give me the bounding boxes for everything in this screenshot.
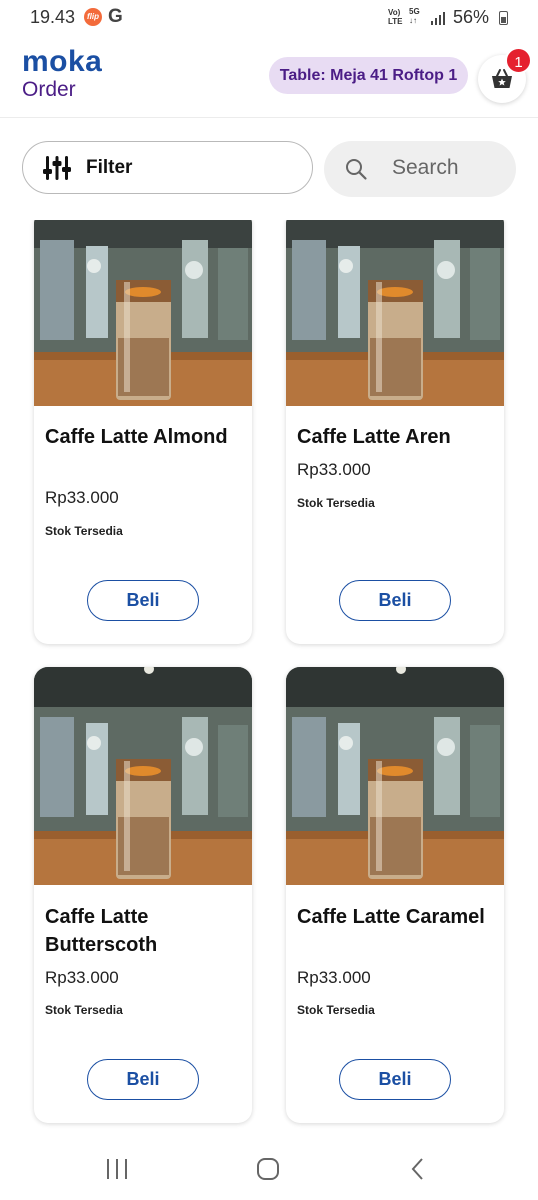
product-image — [286, 667, 504, 885]
volte-icon: Vo) LTE — [388, 8, 403, 26]
search-icon — [346, 159, 367, 180]
product-price: Rp33.000 — [297, 460, 371, 479]
product-image — [34, 667, 252, 885]
back-icon[interactable] — [405, 1156, 431, 1182]
network-5g-icon: 5G ↓↑ — [409, 7, 420, 25]
stock-status: Stok Tersedia — [297, 496, 375, 510]
signal-icon — [431, 12, 445, 25]
product-card[interactable]: Caffe Latte Caramel Rp33.000 Stok Tersed… — [286, 667, 504, 1123]
app-header: moka Order Table: Meja 41 Roftop 1 1 — [0, 36, 538, 118]
status-time: 19.43 — [30, 7, 76, 27]
filter-label: Filter — [86, 157, 133, 178]
buy-button[interactable]: Beli — [339, 580, 451, 621]
table-indicator[interactable]: Table: Meja 41 Roftop 1 — [269, 57, 468, 94]
stock-status: Stok Tersedia — [297, 1003, 375, 1017]
stock-status: Stok Tersedia — [45, 1003, 123, 1017]
product-image — [286, 220, 504, 406]
system-nav-bar — [0, 1140, 538, 1200]
product-name: Caffe Latte Butterscoth — [45, 906, 158, 956]
stock-status: Stok Tersedia — [45, 524, 123, 538]
product-name: Caffe Latte Aren — [297, 426, 451, 448]
product-name: Caffe Latte Almond — [45, 426, 228, 448]
product-card[interactable]: Caffe Latte Almond Rp33.000 Stok Tersedi… — [34, 220, 252, 644]
product-image — [34, 220, 252, 406]
search-input[interactable]: Search — [324, 141, 516, 197]
product-price: Rp33.000 — [297, 968, 371, 987]
battery-icon — [499, 11, 508, 25]
product-price: Rp33.000 — [45, 488, 119, 507]
home-icon[interactable] — [255, 1156, 281, 1182]
status-bar: 19.43 flip G Vo) LTE 5G ↓↑ 56% — [0, 0, 538, 36]
logo-order: Order — [22, 78, 76, 101]
product-card[interactable]: Caffe Latte Butterscoth Rp33.000 Stok Te… — [34, 667, 252, 1123]
product-grid: Caffe Latte Almond Rp33.000 Stok Tersedi… — [0, 220, 538, 1130]
battery-percent: 56% — [453, 7, 490, 27]
filter-button[interactable]: Filter — [22, 141, 313, 194]
recents-icon[interactable] — [104, 1156, 130, 1182]
buy-button[interactable]: Beli — [339, 1059, 451, 1100]
buy-button[interactable]: Beli — [87, 1059, 199, 1100]
cart-count-badge: 1 — [505, 47, 532, 74]
google-icon: G — [108, 6, 123, 27]
flip-icon: flip — [84, 8, 102, 26]
logo-moka: moka — [22, 45, 103, 78]
filter-sliders-icon — [43, 156, 71, 180]
product-name: Caffe Latte Caramel — [297, 906, 485, 928]
search-placeholder: Search — [392, 156, 459, 179]
product-card[interactable]: Caffe Latte Aren Rp33.000 Stok Tersedia … — [286, 220, 504, 644]
product-price: Rp33.000 — [45, 968, 119, 987]
buy-button[interactable]: Beli — [87, 580, 199, 621]
